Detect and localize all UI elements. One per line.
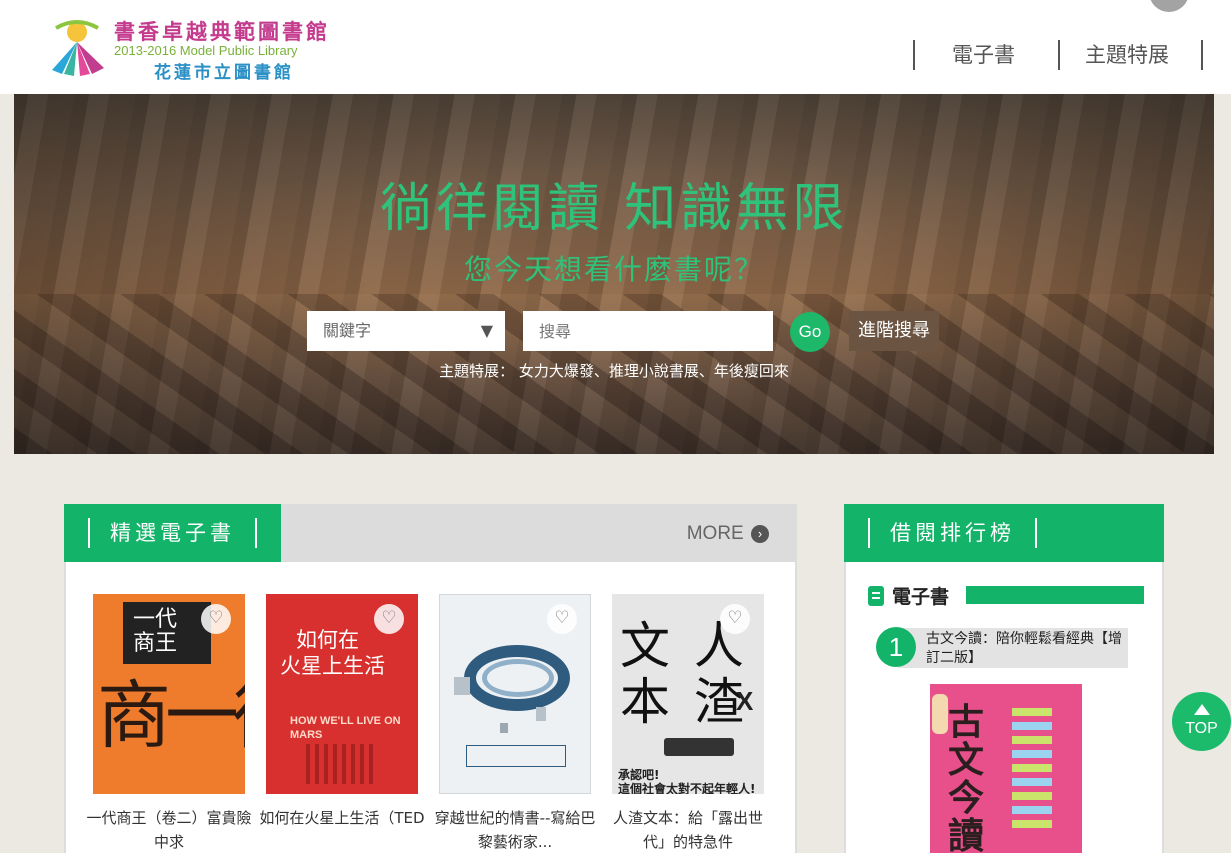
cover-slogan: 承認吧! 這個社會太對不起年輕人! (618, 768, 756, 794)
hero-title: 徜徉閱讀 知識無限 (379, 179, 849, 239)
arrow-up-icon (1194, 704, 1210, 715)
section-underline-bar (966, 586, 1144, 604)
ebook-section-label: 電子書 (892, 586, 950, 608)
favorite-heart-icon[interactable]: ♡ (547, 604, 577, 634)
ebook-section-icon (868, 586, 884, 606)
chevron-right-icon: › (751, 525, 769, 543)
book-title[interactable]: 穿越世紀的情書--寫給巴黎藝術家... (431, 806, 599, 853)
ranking-book-cover[interactable]: 古文今讀 (930, 684, 1082, 853)
tab-divider (88, 518, 90, 548)
cover-figure (932, 694, 948, 734)
search-input[interactable] (523, 311, 773, 351)
cover-label-box (466, 745, 566, 767)
featured-ebooks-tab: 精選電子書 (64, 504, 281, 562)
hero-banner: 徜徉閱讀 知識無限 您今天想看什麼書呢？ 關鍵字 ▼ Go 進階搜尋 主題特展：… (14, 94, 1214, 454)
logo-subtitle: 2013-2016 Model Public Library (114, 43, 298, 58)
library-logo-icon (52, 20, 104, 76)
nav-divider (1058, 40, 1060, 70)
theme-topics-links[interactable]: 主題特展： 女力大爆發、推理小說書展、年後瘦回來 (14, 360, 1214, 381)
cover-calligraphy: 商一術 (97, 673, 245, 759)
borrow-ranking-title: 借閱排行榜 (890, 521, 1015, 545)
borrow-ranking-list: 電子書 1 古文今讀：陪你輕鬆看經典【增訂二版】 古文今讀 (844, 562, 1164, 853)
favorite-heart-icon[interactable]: ♡ (720, 604, 750, 634)
cover-title: 一代商王 (133, 607, 178, 656)
cover-title-line2: 火星上生活 (280, 654, 385, 678)
library-logo[interactable]: 書香卓越典範圖書館 2013-2016 Model Public Library… (44, 14, 344, 83)
more-link[interactable]: MORE › (687, 523, 769, 545)
user-avatar[interactable] (1149, 0, 1189, 12)
favorite-heart-icon[interactable]: ♡ (201, 604, 231, 634)
hero-subtitle: 您今天想看什麼書呢？ (463, 253, 764, 286)
cover-inner-ring (482, 659, 554, 697)
site-header: 書香卓越典範圖書館 2013-2016 Model Public Library… (0, 0, 1231, 94)
search-type-select[interactable]: 關鍵字 ▼ (307, 311, 505, 351)
book-title[interactable]: 人渣文本：給「露出世代」的特急件 (604, 806, 772, 853)
featured-ebooks-title: 精選電子書 (110, 521, 235, 545)
nav-divider (1201, 40, 1203, 70)
borrow-ranking-header: 借閱排行榜 (844, 504, 1164, 562)
book-title[interactable]: 如何在火星上生活（TED (258, 806, 426, 830)
book-title[interactable]: 一代商王（卷二）富貴險中求 (85, 806, 253, 853)
featured-ebooks-list: 一代商王 商一術 ♡ 一代商王（卷二）富貴險中求 如何在 火星上生活 HOW W… (64, 562, 797, 853)
featured-ebooks-header: 精選電子書 MORE › (64, 504, 797, 562)
cover-pixel (500, 723, 508, 733)
dropdown-triangle-icon: ▼ (480, 321, 493, 340)
logo-title: 書香卓越典範圖書館 (114, 20, 330, 44)
more-label: MORE (686, 523, 744, 544)
cover-texture (306, 744, 376, 784)
ranking-item[interactable]: 1 古文今讀：陪你輕鬆看經典【增訂二版】 (876, 626, 1130, 668)
tab-divider (1035, 518, 1037, 548)
go-button[interactable]: Go (790, 312, 830, 352)
rank-number-badge: 1 (876, 627, 916, 667)
tab-divider (868, 518, 870, 548)
nav-theme-exhibition[interactable]: 主題特展 (1085, 40, 1169, 70)
nav-divider (913, 40, 915, 70)
logo-library-name: 花蓮市立圖書館 (154, 63, 294, 83)
cover-title-line2: 本 渣 (620, 673, 748, 731)
search-type-value: 關鍵字 (323, 321, 372, 340)
top-label: TOP (1185, 720, 1218, 737)
ranking-book-title[interactable]: 古文今讀：陪你輕鬆看經典【增訂二版】 (926, 630, 1126, 668)
cover-pixel (454, 677, 470, 695)
cover-color-strip (1012, 708, 1052, 828)
tab-divider (255, 518, 257, 548)
cover-english-title: HOW WE'LL LIVE ON MARS (290, 715, 401, 741)
advanced-search-button[interactable]: 進階搜尋 (849, 311, 939, 351)
cover-title: 古文今讀 (948, 702, 985, 853)
featured-ebooks-panel: 精選電子書 MORE › 一代商王 商一術 ♡ 一代商王（卷二）富貴險中求 如何… (64, 504, 797, 853)
nav-ebooks[interactable]: 電子書 (952, 40, 1015, 70)
favorite-heart-icon[interactable]: ♡ (374, 604, 404, 634)
cover-x-mark: X (736, 686, 754, 716)
cover-pixel (536, 707, 546, 721)
borrow-ranking-panel: 借閱排行榜 電子書 1 古文今讀：陪你輕鬆看經典【增訂二版】 古文今讀 (844, 504, 1164, 853)
cover-gun-graphic (664, 738, 734, 756)
back-to-top-button[interactable]: TOP (1172, 692, 1231, 751)
